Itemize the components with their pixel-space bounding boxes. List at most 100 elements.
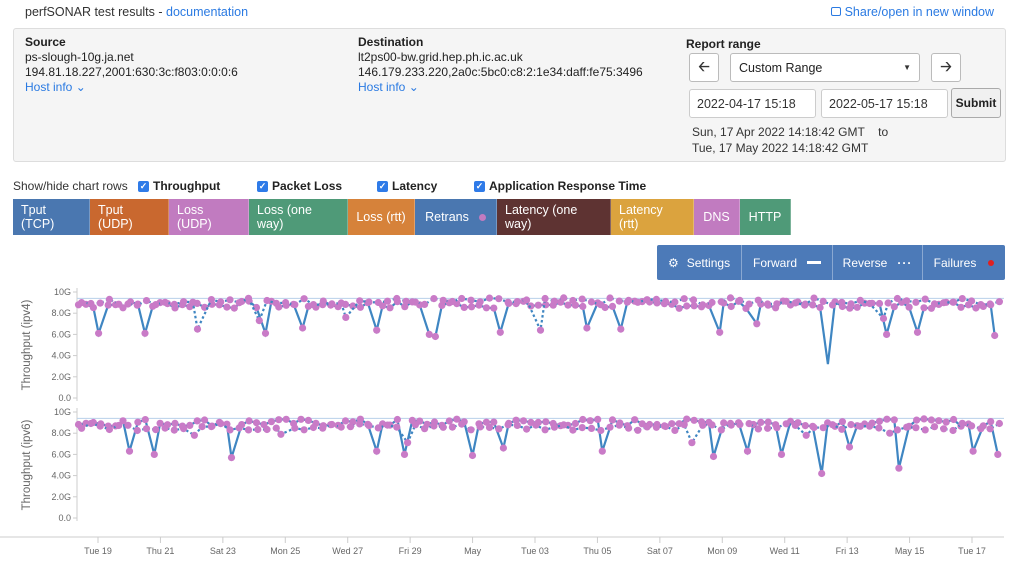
reverse-data-point xyxy=(689,296,698,304)
source-hostinfo-toggle[interactable]: Host info ⌄ xyxy=(25,80,86,94)
reverse-data-point xyxy=(467,426,475,434)
checkbox-app-response-time[interactable]: ✓ Application Response Time xyxy=(474,179,646,193)
reverse-data-point xyxy=(411,298,419,306)
reverse-data-point xyxy=(485,294,494,302)
share-link[interactable]: Share/open in new window xyxy=(830,5,994,19)
destination-info: Destination lt2ps00-bw.grid.hep.ph.ic.ac… xyxy=(358,35,643,95)
forward-data-point xyxy=(987,418,995,426)
reverse-toggle[interactable]: Reverse ··· xyxy=(833,245,923,280)
row-button-tput-udp[interactable]: Tput (UDP) xyxy=(90,199,169,235)
reverse-data-point xyxy=(949,298,957,306)
reverse-data-point xyxy=(625,296,633,304)
reverse-data-point xyxy=(802,431,810,439)
forward-data-point xyxy=(845,443,854,451)
row-button-http[interactable]: HTTP xyxy=(740,199,791,235)
reverse-data-point xyxy=(717,426,725,434)
reverse-data-point xyxy=(254,425,262,434)
forward-data-point xyxy=(341,417,350,425)
reverse-data-point xyxy=(272,424,280,432)
reverse-data-point xyxy=(986,300,994,308)
checkbox-latency[interactable]: ✓ Latency xyxy=(377,179,437,193)
reverse-data-point xyxy=(597,301,605,309)
next-range-button[interactable]: 🡢 xyxy=(931,53,961,82)
forward-data-point xyxy=(304,416,312,424)
forward-data-point xyxy=(935,417,943,425)
y-tick-label: 4.0G xyxy=(51,351,71,361)
reverse-data-point xyxy=(652,423,661,431)
forward-data-point xyxy=(583,324,591,332)
reverse-data-point xyxy=(504,421,512,429)
reverse-data-point xyxy=(235,299,243,307)
end-date-input[interactable]: 2022-05-17 15:18 xyxy=(821,89,948,118)
x-tick-label: Wed 11 xyxy=(770,546,800,556)
forward-data-point xyxy=(579,302,587,311)
reverse-data-point xyxy=(625,424,633,432)
reverse-label: Reverse xyxy=(842,255,888,270)
reverse-data-point xyxy=(717,298,725,306)
row-button-dns[interactable]: DNS xyxy=(694,199,740,235)
forward-data-point xyxy=(969,447,977,455)
forward-data-point xyxy=(193,417,201,425)
checkbox-throughput[interactable]: ✓ Throughput xyxy=(138,179,220,193)
reverse-data-point xyxy=(977,425,985,433)
reverse-data-point xyxy=(745,300,753,308)
x-tick-label: May xyxy=(464,546,482,556)
row-button-latency-one-way[interactable]: Latency (one way) xyxy=(497,199,611,235)
reverse-data-point xyxy=(161,298,169,306)
forward-toggle[interactable]: Forward xyxy=(742,245,833,280)
documentation-link[interactable]: documentation xyxy=(166,5,248,19)
reverse-data-point xyxy=(383,297,392,305)
reverse-data-point xyxy=(847,421,855,429)
row-button-latency-rtt[interactable]: Latency (rtt) xyxy=(611,199,694,235)
row-button-loss-udp[interactable]: Loss (UDP) xyxy=(169,199,249,235)
forward-data-point xyxy=(267,418,275,426)
row-button-loss-rtt[interactable]: Loss (rtt) xyxy=(348,199,415,235)
reverse-data-point xyxy=(819,297,827,305)
x-tick-label: Thu 05 xyxy=(583,546,611,556)
reverse-data-point xyxy=(263,296,271,305)
reverse-data-point xyxy=(226,426,234,434)
checkbox-packet-loss[interactable]: ✓ Packet Loss xyxy=(257,179,342,193)
checkmark-icon: ✓ xyxy=(377,180,388,192)
reverse-data-point xyxy=(532,421,540,429)
range-select[interactable]: Custom Range ▼ xyxy=(730,53,920,82)
source-addresses: 194.81.18.227,2001:630:3c:f803:0:0:0:6 xyxy=(25,65,238,79)
x-tick-label: Thu 21 xyxy=(146,546,174,556)
checkmark-icon: ✓ xyxy=(257,180,268,192)
row-button-label: Loss (rtt) xyxy=(356,210,406,224)
forward-data-point xyxy=(373,447,381,455)
start-date-input[interactable]: 2022-04-17 15:18 xyxy=(689,89,816,118)
reverse-data-point xyxy=(968,297,976,305)
row-button-loss-one-way[interactable]: Loss (one way) xyxy=(249,199,348,235)
forward-data-point xyxy=(393,415,401,424)
settings-button[interactable]: ⚙ Settings xyxy=(657,245,742,280)
row-button-retrans[interactable]: Retrans xyxy=(415,199,497,235)
previous-range-button[interactable]: 🡠 xyxy=(689,53,719,82)
reverse-data-point xyxy=(671,298,679,306)
reverse-data-point xyxy=(958,295,966,303)
page-header: perfSONAR test results - documentation S… xyxy=(25,5,994,21)
forward-data-point xyxy=(608,302,617,310)
destination-hostinfo-toggle[interactable]: Host info ⌄ xyxy=(358,80,419,94)
reverse-data-point xyxy=(430,422,438,430)
reverse-data-point xyxy=(745,420,753,428)
chart-row-buttons: Tput (TCP) Tput (UDP) Loss (UDP) Loss (o… xyxy=(13,199,791,235)
reverse-data-point xyxy=(773,300,781,308)
submit-button[interactable]: Submit xyxy=(951,88,1001,118)
reverse-data-point xyxy=(615,421,623,429)
reverse-data-point xyxy=(912,298,920,306)
reverse-data-point xyxy=(764,300,772,308)
failures-toggle[interactable]: Failures xyxy=(923,245,1005,280)
forward-data-point xyxy=(141,416,149,424)
reverse-data-point xyxy=(597,426,605,435)
row-button-tput-tcp[interactable]: Tput (TCP) xyxy=(13,199,90,235)
reverse-data-point xyxy=(782,297,790,305)
reverse-data-point xyxy=(458,420,466,428)
reverse-data-point xyxy=(244,294,253,302)
reverse-data-point xyxy=(152,426,160,434)
reverse-data-point xyxy=(940,299,948,307)
reverse-data-point xyxy=(170,426,178,434)
reverse-data-point xyxy=(949,426,957,435)
reverse-data-point xyxy=(337,423,345,431)
reverse-data-point xyxy=(495,425,503,433)
